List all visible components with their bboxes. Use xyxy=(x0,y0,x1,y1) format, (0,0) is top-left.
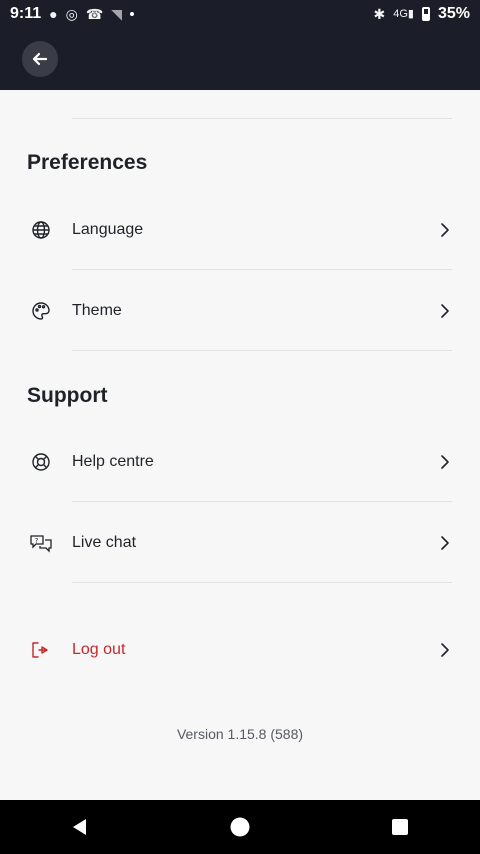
logout-icon xyxy=(29,638,53,662)
system-nav-bar xyxy=(0,800,480,854)
arrow-left-icon xyxy=(32,52,48,66)
divider xyxy=(72,350,452,351)
status-right: ✱ 4G▮ 35% xyxy=(373,5,470,23)
settings-item-label: Live chat xyxy=(72,534,137,551)
message-icon: ● xyxy=(49,6,58,22)
settings-content: Preferences Language Theme Support Help … xyxy=(0,90,480,800)
settings-item-label: Help centre xyxy=(72,453,154,470)
wifi-icon: ◥ xyxy=(111,6,123,22)
settings-item-language[interactable]: Language xyxy=(0,190,480,270)
network-label: 4G xyxy=(393,8,408,20)
circle-home-icon xyxy=(230,817,250,837)
square-recents-icon xyxy=(392,819,408,835)
status-bar: 9:11 ● ◎ ☎ ◥ ✱ 4G▮ 35% xyxy=(0,0,480,28)
globe-icon xyxy=(29,218,53,242)
battery-icon xyxy=(421,7,430,21)
settings-item-help-centre[interactable]: Help centre xyxy=(0,422,480,502)
nav-back-button[interactable] xyxy=(50,800,110,854)
whatsapp-icon: ◎ xyxy=(65,6,78,22)
missed-call-icon: ☎ xyxy=(85,6,104,22)
chevron-right-icon xyxy=(441,643,449,657)
bluetooth-icon: ✱ xyxy=(373,6,386,22)
divider xyxy=(72,118,452,119)
settings-item-theme[interactable]: Theme xyxy=(0,271,480,351)
triangle-back-icon xyxy=(73,819,86,835)
battery-percent: 35% xyxy=(437,5,470,22)
chevron-right-icon xyxy=(441,455,449,469)
divider xyxy=(72,582,452,583)
settings-item-live-chat[interactable]: ? Live chat xyxy=(0,503,480,583)
app-bar xyxy=(0,28,480,90)
logout-button[interactable]: Log out xyxy=(0,610,480,690)
divider xyxy=(72,269,452,270)
settings-item-label: Language xyxy=(72,221,144,238)
settings-item-label: Theme xyxy=(72,302,122,319)
chat-icon: ? xyxy=(29,531,53,555)
logout-label: Log out xyxy=(72,641,126,658)
chevron-right-icon xyxy=(441,304,449,318)
nav-recents-button[interactable] xyxy=(370,800,430,854)
section-title-support: Support xyxy=(27,384,108,407)
version-label: Version 1.15.8 (588) xyxy=(176,726,304,742)
chevron-right-icon xyxy=(441,223,449,237)
dot-icon xyxy=(130,12,135,16)
palette-icon xyxy=(29,299,53,323)
divider xyxy=(72,501,452,502)
nav-home-button[interactable] xyxy=(210,800,270,854)
back-button[interactable] xyxy=(22,41,58,77)
4g-signal-icon: 4G▮ xyxy=(393,8,414,20)
chevron-right-icon xyxy=(441,536,449,550)
section-title-preferences: Preferences xyxy=(27,151,148,174)
status-left: 9:11 ● ◎ ☎ ◥ xyxy=(10,5,135,23)
svg-text:?: ? xyxy=(35,537,39,545)
lifebuoy-icon xyxy=(29,450,53,474)
status-time: 9:11 xyxy=(10,5,42,22)
